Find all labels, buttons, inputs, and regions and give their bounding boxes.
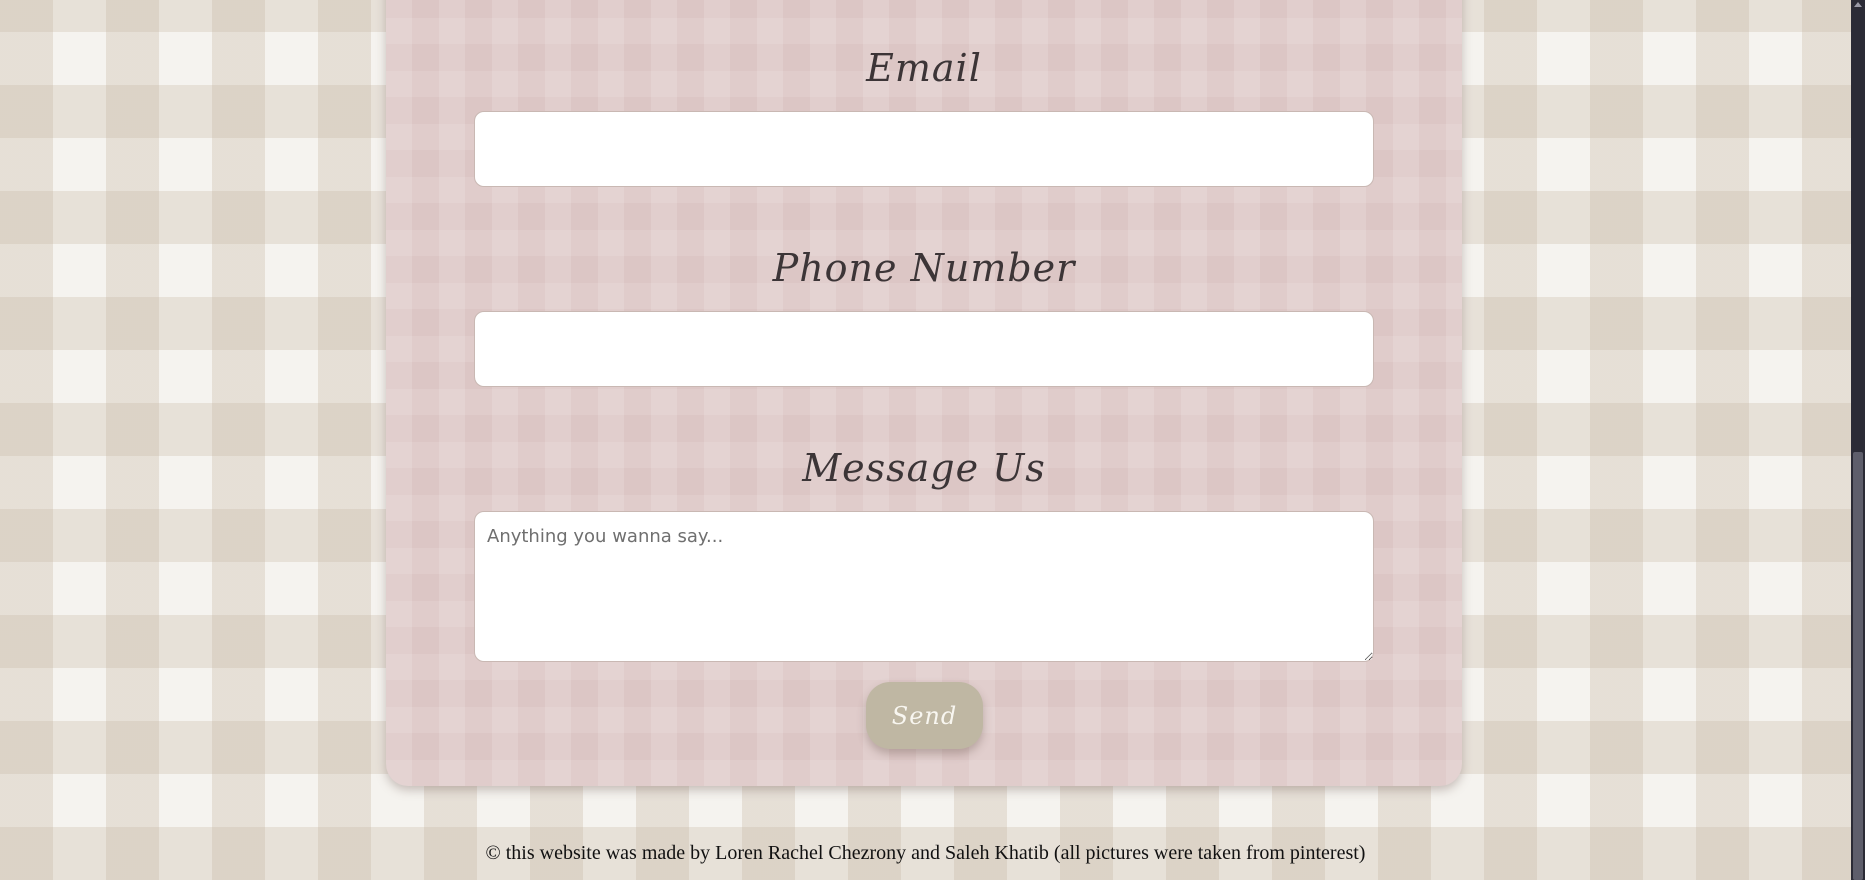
send-button[interactable]: Send xyxy=(866,682,983,749)
message-label: Message Us xyxy=(802,446,1046,490)
scroll-up-arrow-icon[interactable] xyxy=(1854,2,1862,7)
phone-number-label: Phone Number xyxy=(772,246,1076,290)
contact-form-card: Email Phone Number Message Us Send xyxy=(386,0,1462,786)
phone-number-field[interactable] xyxy=(474,311,1374,387)
footer-credits: © this website was made by Loren Rachel … xyxy=(485,842,1366,864)
scrollbar-thumb[interactable] xyxy=(1853,452,1863,880)
vertical-scrollbar[interactable] xyxy=(1851,0,1865,880)
email-field[interactable] xyxy=(474,111,1374,187)
message-textarea[interactable] xyxy=(474,511,1374,662)
email-label: Email xyxy=(866,46,982,90)
